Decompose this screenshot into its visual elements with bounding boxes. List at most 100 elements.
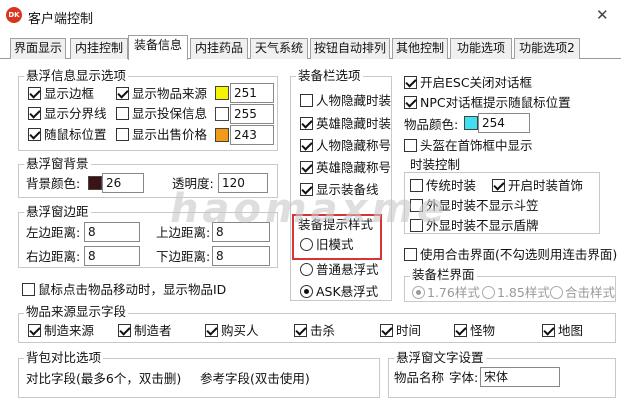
src-map-label: 地图 [558, 323, 584, 338]
source-fields-title: 物品来源显示字段 [24, 304, 129, 319]
item-color-label: 物品颜色: [404, 117, 459, 132]
style-combo-radio[interactable] [550, 286, 563, 299]
src-maker2-label: 制造者 [134, 323, 172, 338]
show-border-checkbox[interactable] [28, 87, 41, 100]
right-margin-label: 右边距离: [26, 249, 81, 264]
ref-fields-label: 参考字段(双击使用) [200, 371, 310, 386]
src-time-checkbox[interactable] [380, 324, 393, 337]
style-185-label: 1.85样式 [497, 285, 550, 300]
bg-color-swatch[interactable] [88, 176, 102, 190]
normal-float-label: 普通悬浮式 [316, 262, 379, 277]
compare-fields-label: 对比字段(最多6个，双击删) [26, 371, 182, 386]
tab-7[interactable]: 功能选项 [450, 38, 512, 59]
combo-ui-checkbox[interactable] [404, 248, 417, 261]
char-hide-title-checkbox[interactable] [300, 139, 313, 152]
open-jewelry-label: 开启时装首饰 [508, 178, 584, 193]
hero-hide-equip-checkbox[interactable] [300, 117, 313, 130]
mouse-click-checkbox[interactable] [22, 283, 35, 296]
src-time-label: 时间 [396, 323, 422, 338]
src-buyer-checkbox[interactable] [205, 324, 218, 337]
tab-8[interactable]: 功能选项2 [514, 38, 580, 59]
color2-swatch[interactable] [215, 107, 229, 121]
show-divider-checkbox[interactable] [28, 107, 41, 120]
color2-field[interactable]: 255 [230, 104, 274, 124]
tab-3[interactable]: 内挂药品 [190, 38, 248, 59]
src-monster-label: 怪物 [470, 323, 496, 338]
show-delivery-checkbox[interactable] [116, 107, 129, 120]
npc-follow-checkbox[interactable] [404, 96, 417, 109]
char-hide-title-label: 人物隐藏称号 [316, 138, 392, 153]
float-info-title: 悬浮信息显示选项 [24, 68, 129, 83]
old-mode-radio[interactable] [300, 238, 313, 251]
tab-1[interactable]: 内挂控制 [70, 38, 128, 59]
src-maker-checkbox[interactable] [28, 324, 41, 337]
show-source-checkbox[interactable] [116, 87, 129, 100]
tab-5[interactable]: 按钮自动排列 [310, 38, 390, 59]
item-color-swatch[interactable] [464, 116, 478, 130]
src-kill-label: 击杀 [310, 323, 336, 338]
font-field[interactable]: 宋体 [480, 367, 560, 387]
bg-color-field[interactable]: 26 [102, 173, 144, 193]
float-bg-title: 悬浮窗背景 [24, 156, 91, 171]
color1-swatch[interactable] [215, 86, 229, 100]
item-color-field[interactable]: 254 [478, 113, 530, 133]
src-kill-checkbox[interactable] [294, 324, 307, 337]
helmet-show-checkbox[interactable] [404, 139, 417, 152]
style-combo-label: 合击样式 [565, 285, 616, 300]
show-price-label: 显示出售价格 [132, 127, 208, 142]
open-jewelry-checkbox[interactable] [492, 179, 505, 192]
old-mode-label: 旧模式 [316, 237, 354, 252]
bottom-margin-field[interactable]: 8 [212, 246, 270, 266]
follow-mouse-label: 随鼠标位置 [44, 127, 107, 142]
float-text-title: 悬浮窗文字设置 [394, 350, 486, 365]
style-176-radio[interactable] [412, 286, 425, 299]
combo-ui-label: 使用合击界面(不勾选则用连击界面) [420, 247, 618, 262]
window-title: 客户端控制 [28, 12, 94, 27]
title-bar [0, 0, 621, 32]
tab-0[interactable]: 界面显示 [10, 38, 66, 59]
right-margin-field[interactable]: 8 [84, 246, 140, 266]
item-name-label: 物品名称 [394, 370, 445, 385]
bg-color-label: 背景颜色: [26, 176, 81, 191]
float-margin-title: 悬浮窗边距 [24, 204, 91, 219]
show-delivery-label: 显示投保信息 [132, 106, 208, 121]
show-divider-label: 显示分界线 [44, 106, 107, 121]
hero-hide-title-checkbox[interactable] [300, 161, 313, 174]
tab-6[interactable]: 其他控制 [392, 38, 448, 59]
close-icon[interactable]: ✕ [596, 6, 609, 24]
watermark: haomaxme [170, 186, 449, 232]
helmet-show-label: 头盔在首饰框中显示 [420, 138, 533, 153]
show-price-checkbox[interactable] [116, 128, 129, 141]
normal-float-radio[interactable] [300, 263, 313, 276]
src-monster-checkbox[interactable] [454, 324, 467, 337]
equip-bar-title: 装备栏选项 [296, 68, 363, 83]
color3-swatch[interactable] [215, 128, 229, 142]
hide-char-equip-label: 人物隐藏时装 [316, 93, 392, 108]
fashion-title: 时装控制 [410, 157, 461, 172]
equip-ui-title: 装备栏界面 [410, 267, 477, 282]
color1-field[interactable]: 251 [230, 83, 274, 103]
ask-float-radio[interactable] [300, 285, 313, 298]
show-border-label: 显示边框 [44, 86, 95, 101]
hero-hide-equip-label: 英雄隐藏时装 [316, 116, 392, 131]
npc-follow-label: NPC对话框提示随鼠标位置 [420, 95, 571, 110]
src-maker2-checkbox[interactable] [118, 324, 131, 337]
tab-4[interactable]: 天气系统 [250, 38, 308, 59]
esc-close-checkbox[interactable] [404, 76, 417, 89]
show-source-label: 显示物品来源 [132, 86, 208, 101]
hide-char-equip-checkbox[interactable] [300, 94, 313, 107]
app-icon: DK [6, 7, 22, 23]
left-margin-field[interactable]: 8 [84, 222, 140, 242]
src-map-checkbox[interactable] [542, 324, 555, 337]
left-margin-label: 左边距离: [26, 225, 81, 240]
color3-field[interactable]: 243 [230, 125, 274, 145]
font-label: 字体: [449, 370, 479, 385]
bag-compare-title: 背包对比选项 [24, 350, 104, 365]
style-185-radio[interactable] [482, 286, 495, 299]
esc-close-label: 开启ESC关闭对话框 [420, 75, 533, 90]
follow-mouse-checkbox[interactable] [28, 128, 41, 141]
mouse-click-label: 鼠标点击物品移动时，显示物品ID [38, 282, 227, 297]
src-maker-label: 制造来源 [44, 323, 95, 338]
hero-hide-title-label: 英雄隐藏称号 [316, 160, 392, 175]
tab-2[interactable]: 装备信息 [128, 35, 188, 60]
